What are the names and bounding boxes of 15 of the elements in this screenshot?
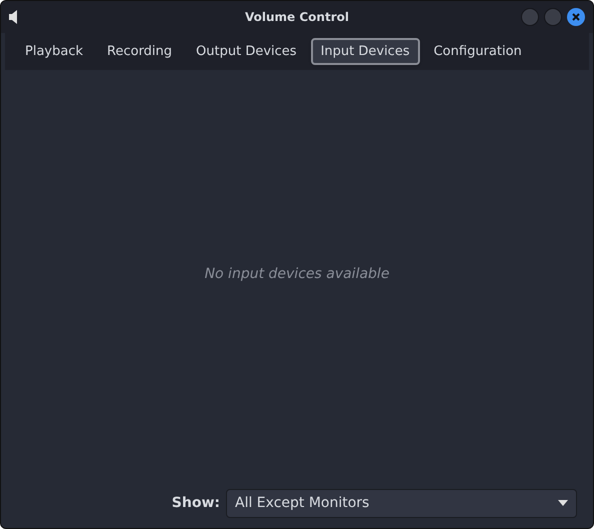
close-icon (572, 13, 580, 21)
tab[interactable]: Configuration (424, 38, 532, 65)
empty-message: No input devices available (204, 264, 390, 284)
minimize-button[interactable] (521, 8, 539, 26)
maximize-button[interactable] (544, 8, 562, 26)
close-button[interactable] (567, 8, 585, 26)
tab[interactable]: Input Devices (310, 38, 420, 65)
speaker-icon (9, 10, 19, 24)
tab[interactable]: Output Devices (186, 38, 307, 65)
tab[interactable]: Recording (97, 38, 182, 65)
show-label: Show: (172, 494, 220, 512)
show-dropdown[interactable]: All Except Monitors (226, 488, 577, 518)
caret-icon (558, 500, 568, 506)
tab[interactable]: Playback (15, 38, 94, 65)
window-title: Volume Control (245, 9, 349, 26)
